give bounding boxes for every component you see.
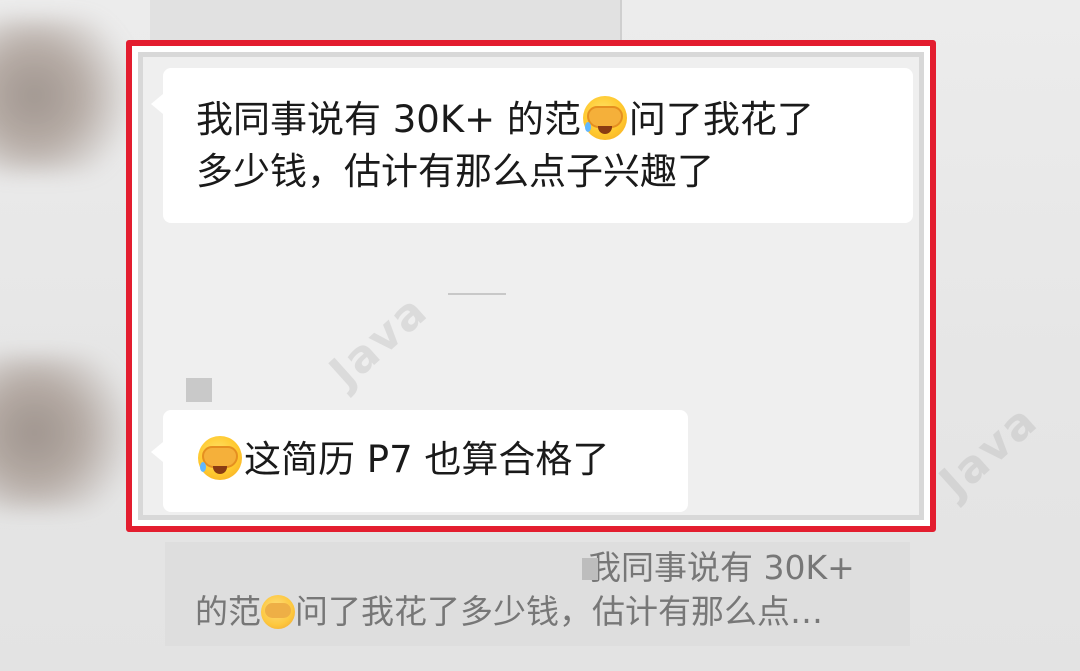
chat-screenshot: 我同事说有 30K+ 的范 问了我花了 多少钱，估计有那么点子兴趣了 这简历 P7… (0, 0, 1080, 671)
message-text: 我同事说有 30K+ 的范 (196, 98, 581, 141)
quote-text: 我同事说有 30K+ (588, 548, 855, 587)
sender-name-blur (186, 378, 212, 402)
message-line-1: 我同事说有 30K+ 的范 问了我花了 (196, 94, 913, 146)
message-text: 这简历 P7 也算合格了 (244, 438, 610, 481)
facepalm-icon (261, 595, 295, 629)
quoted-message[interactable]: 我同事说有 30K+ 的范 问了我花了多少钱，估计有那么点… (165, 542, 910, 646)
quote-sender-blur (582, 558, 598, 580)
divider (448, 293, 506, 295)
message-line: 这简历 P7 也算合格了 (196, 434, 688, 486)
quote-text: 问了我花了多少钱，估计有那么点… (295, 592, 823, 631)
facepalm-icon (198, 436, 242, 480)
avatar[interactable] (0, 18, 145, 173)
watermark-text: Java (930, 394, 1048, 508)
message-line-2: 多少钱，估计有那么点子兴趣了 (196, 150, 714, 193)
message-bubble[interactable]: 这简历 P7 也算合格了 (151, 410, 688, 512)
quote-line-1: 我同事说有 30K+ (195, 546, 910, 590)
facepalm-icon (582, 96, 627, 140)
message-bubble[interactable]: 我同事说有 30K+ 的范 问了我花了 多少钱，估计有那么点子兴趣了 (151, 68, 913, 223)
quote-text: 的范 (195, 592, 261, 631)
message-text: 问了我花了 (628, 98, 814, 141)
quote-line-2: 的范 问了我花了多少钱，估计有那么点… (195, 590, 910, 634)
avatar[interactable] (0, 355, 145, 510)
